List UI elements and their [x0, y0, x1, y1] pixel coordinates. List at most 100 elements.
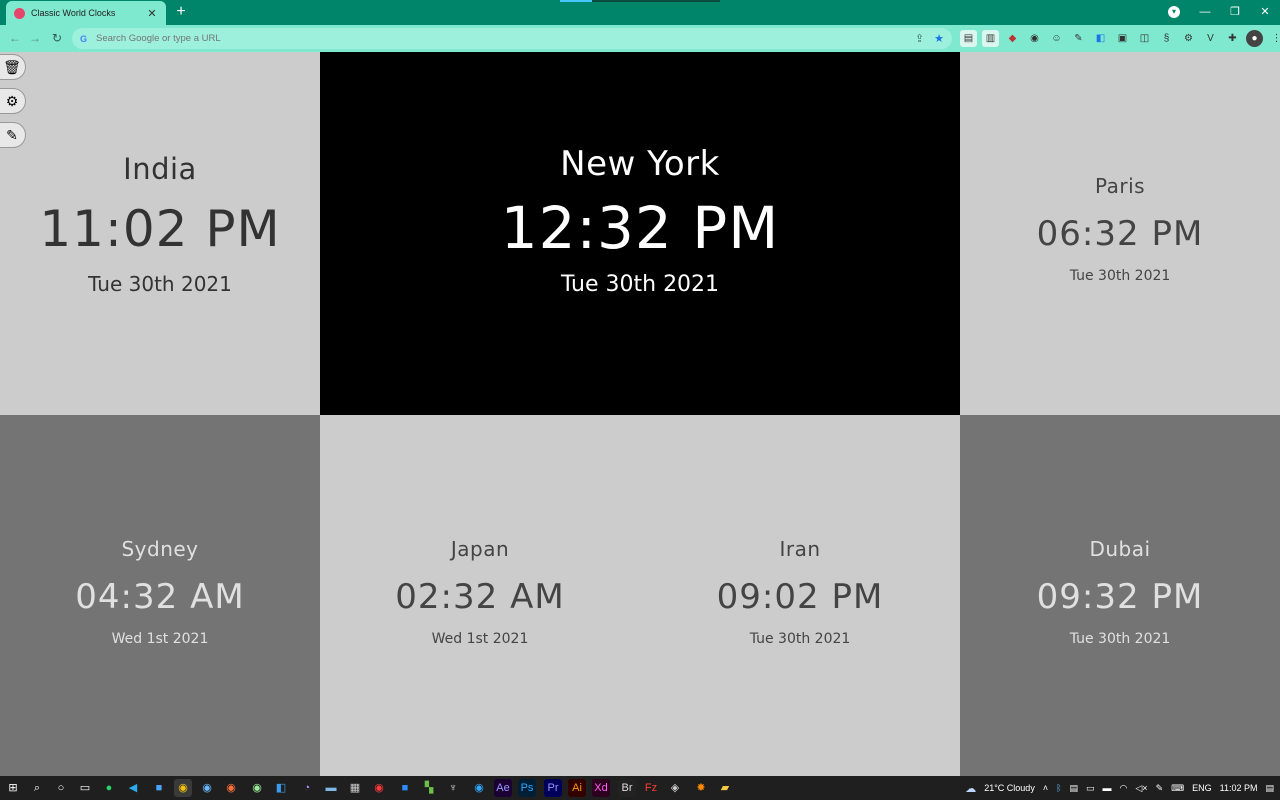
calculator-icon[interactable]: ▦ [346, 779, 364, 797]
extension-icon[interactable]: ◉ [1026, 30, 1043, 47]
cortana-icon[interactable]: ○ [52, 779, 70, 797]
extension-icon[interactable]: ◫ [1136, 30, 1153, 47]
bridge-icon[interactable]: Br [618, 779, 636, 797]
edge-icon[interactable]: ◉ [470, 779, 488, 797]
clock-card-iran: Iran 09:02 PM Tue 30th 2021 [640, 415, 960, 776]
more-menu-icon[interactable]: ⋮ [1268, 30, 1280, 47]
xd-icon[interactable]: Xd [592, 779, 610, 797]
restore-button[interactable]: ❐ [1220, 0, 1250, 25]
extension-icon[interactable]: ◧ [1092, 30, 1109, 47]
extension-icon[interactable]: ▤ [960, 30, 977, 47]
extension-icon[interactable]: ◆ [1004, 30, 1021, 47]
file-explorer-icon[interactable]: ▰ [716, 779, 734, 797]
clock-card-dubai: Dubai 09:32 PM Tue 30th 2021 [960, 415, 1280, 776]
tab-strip-accent [560, 0, 592, 2]
extension-icon[interactable]: ▣ [1114, 30, 1131, 47]
battery-icon[interactable]: ▬ [1103, 783, 1112, 793]
notifications-icon[interactable]: ▤ [1265, 783, 1274, 794]
app-icon[interactable]: ▚ [420, 779, 438, 797]
wifi-icon[interactable]: ◠ [1120, 783, 1128, 794]
windows-start-icon[interactable]: ⊞ [4, 779, 22, 797]
app-icon[interactable]: ◈ [666, 779, 684, 797]
bookmark-star-icon[interactable]: ★ [934, 32, 944, 45]
reload-icon[interactable]: ↻ [48, 29, 66, 47]
telegram-icon[interactable]: ◀ [124, 779, 142, 797]
trash-tool-button[interactable]: 🗑 [0, 54, 26, 80]
taskbar-clock[interactable]: 11:02 PM [1220, 783, 1258, 793]
minimize-button[interactable]: — [1190, 0, 1220, 25]
clock-date: Wed 1st 2021 [431, 631, 529, 647]
task-view-icon[interactable]: ▭ [76, 779, 94, 797]
clock-date: Tue 30th 2021 [749, 631, 851, 647]
photoshop-icon[interactable]: Ps [518, 779, 536, 797]
extension-icon[interactable]: ✎ [1070, 30, 1087, 47]
app-icon[interactable]: ✸ [692, 779, 710, 797]
windows-taskbar: ⊞ ⌕ ○ ▭ ● ◀ ■ ◉ ◉ ◉ ◉ ◧ ◔ ▬ ▦ ◉ ■ ▚ ♆ ◉ … [0, 776, 1280, 800]
vscode-icon[interactable]: ◧ [272, 779, 290, 797]
language-indicator[interactable]: ENG [1192, 783, 1212, 793]
pen-icon[interactable]: ✎ [1156, 783, 1164, 794]
search-icon[interactable]: ⌕ [28, 779, 46, 797]
clock-time: 06:32 PM [1036, 214, 1204, 254]
google-g-icon: G [80, 33, 88, 44]
clock-date: Tue 30th 2021 [1069, 631, 1171, 647]
clock-card-paris: Paris 06:32 PM Tue 30th 2021 [960, 52, 1280, 415]
premiere-icon[interactable]: Pr [544, 779, 562, 797]
chevron-up-icon[interactable]: ˄ [1043, 783, 1048, 793]
close-window-button[interactable]: ✕ [1250, 0, 1280, 25]
world-clocks-grid: India 11:02 PM Tue 30th 2021 New York 12… [0, 52, 1280, 776]
edit-pencil-button[interactable]: ✎ [0, 122, 26, 148]
share-icon[interactable]: ⇪ [915, 32, 924, 45]
extension-icon[interactable]: ⚙ [1180, 30, 1197, 47]
clock-time: 04:32 AM [75, 577, 245, 617]
clock-card-new-york: New York 12:32 PM Tue 30th 2021 [320, 52, 960, 415]
app-icon[interactable]: ■ [150, 779, 168, 797]
address-bar[interactable]: G ⇪ ★ [72, 28, 952, 49]
system-tray: ☁ 21°C Cloudy ˄ ᛒ ▤ ▭ ▬ ◠ ◁× ✎ ⌨ ENG 11:… [965, 776, 1274, 800]
whatsapp-icon[interactable]: ● [100, 779, 118, 797]
zoom-icon[interactable]: ■ [396, 779, 414, 797]
avatar[interactable]: ● [1246, 30, 1263, 47]
clock-card-sydney: Sydney 04:32 AM Wed 1st 2021 [0, 415, 320, 776]
app-icon[interactable]: ◔ [298, 779, 316, 797]
clock-city: Paris [1094, 174, 1146, 198]
weather-text[interactable]: 21°C Cloudy [984, 783, 1035, 793]
clock-city: India [123, 152, 197, 186]
volume-muted-icon[interactable]: ◁× [1135, 783, 1147, 794]
tab-strip-divider [592, 0, 720, 2]
app-icon[interactable]: ▬ [322, 779, 340, 797]
keyboard-icon[interactable]: ⌨ [1171, 783, 1184, 794]
app-icon[interactable]: ♆ [444, 779, 462, 797]
tab-search-icon[interactable]: ▾ [1168, 6, 1180, 18]
tab-classic-world-clocks[interactable]: Classic World Clocks ✕ [6, 1, 166, 25]
extension-icon[interactable]: § [1158, 30, 1175, 47]
app-icon[interactable]: ◉ [198, 779, 216, 797]
filezilla-icon[interactable]: Fz [642, 779, 660, 797]
clock-city: Iran [779, 537, 821, 561]
tab-close-icon[interactable]: ✕ [146, 7, 158, 20]
back-arrow-icon[interactable]: ← [6, 29, 24, 47]
clock-date: Tue 30th 2021 [1069, 268, 1171, 284]
forward-arrow-icon[interactable]: → [26, 29, 44, 47]
chrome-icon[interactable]: ◉ [174, 779, 192, 797]
clock-time: 11:02 PM [39, 200, 281, 258]
record-icon[interactable]: ◉ [370, 779, 388, 797]
bluetooth-icon[interactable]: ᛒ [1056, 783, 1061, 793]
puzzle-extensions-icon[interactable]: ✚ [1224, 30, 1241, 47]
settings-gear-button[interactable]: ⚙ [0, 88, 26, 114]
extension-icon[interactable]: ☺ [1048, 30, 1065, 47]
new-tab-button[interactable]: + [172, 3, 190, 21]
clock-city: Sydney [121, 537, 199, 561]
extension-icon[interactable]: V [1202, 30, 1219, 47]
address-input[interactable] [96, 33, 905, 44]
clock-date: Tue 30th 2021 [560, 272, 720, 297]
after-effects-icon[interactable]: Ae [494, 779, 512, 797]
extensions-row: ▤ ▥ ◆ ◉ ☺ ✎ ◧ ▣ ◫ § ⚙ V ✚ ● ⋮ [960, 30, 1280, 47]
extension-icon[interactable]: ▥ [982, 30, 999, 47]
clock-city: Dubai [1089, 537, 1151, 561]
app-icon[interactable]: ◉ [248, 779, 266, 797]
illustrator-icon[interactable]: Ai [568, 779, 586, 797]
firefox-icon[interactable]: ◉ [222, 779, 240, 797]
tray-icon[interactable]: ▤ [1069, 783, 1078, 794]
tray-icon[interactable]: ▭ [1086, 783, 1095, 794]
